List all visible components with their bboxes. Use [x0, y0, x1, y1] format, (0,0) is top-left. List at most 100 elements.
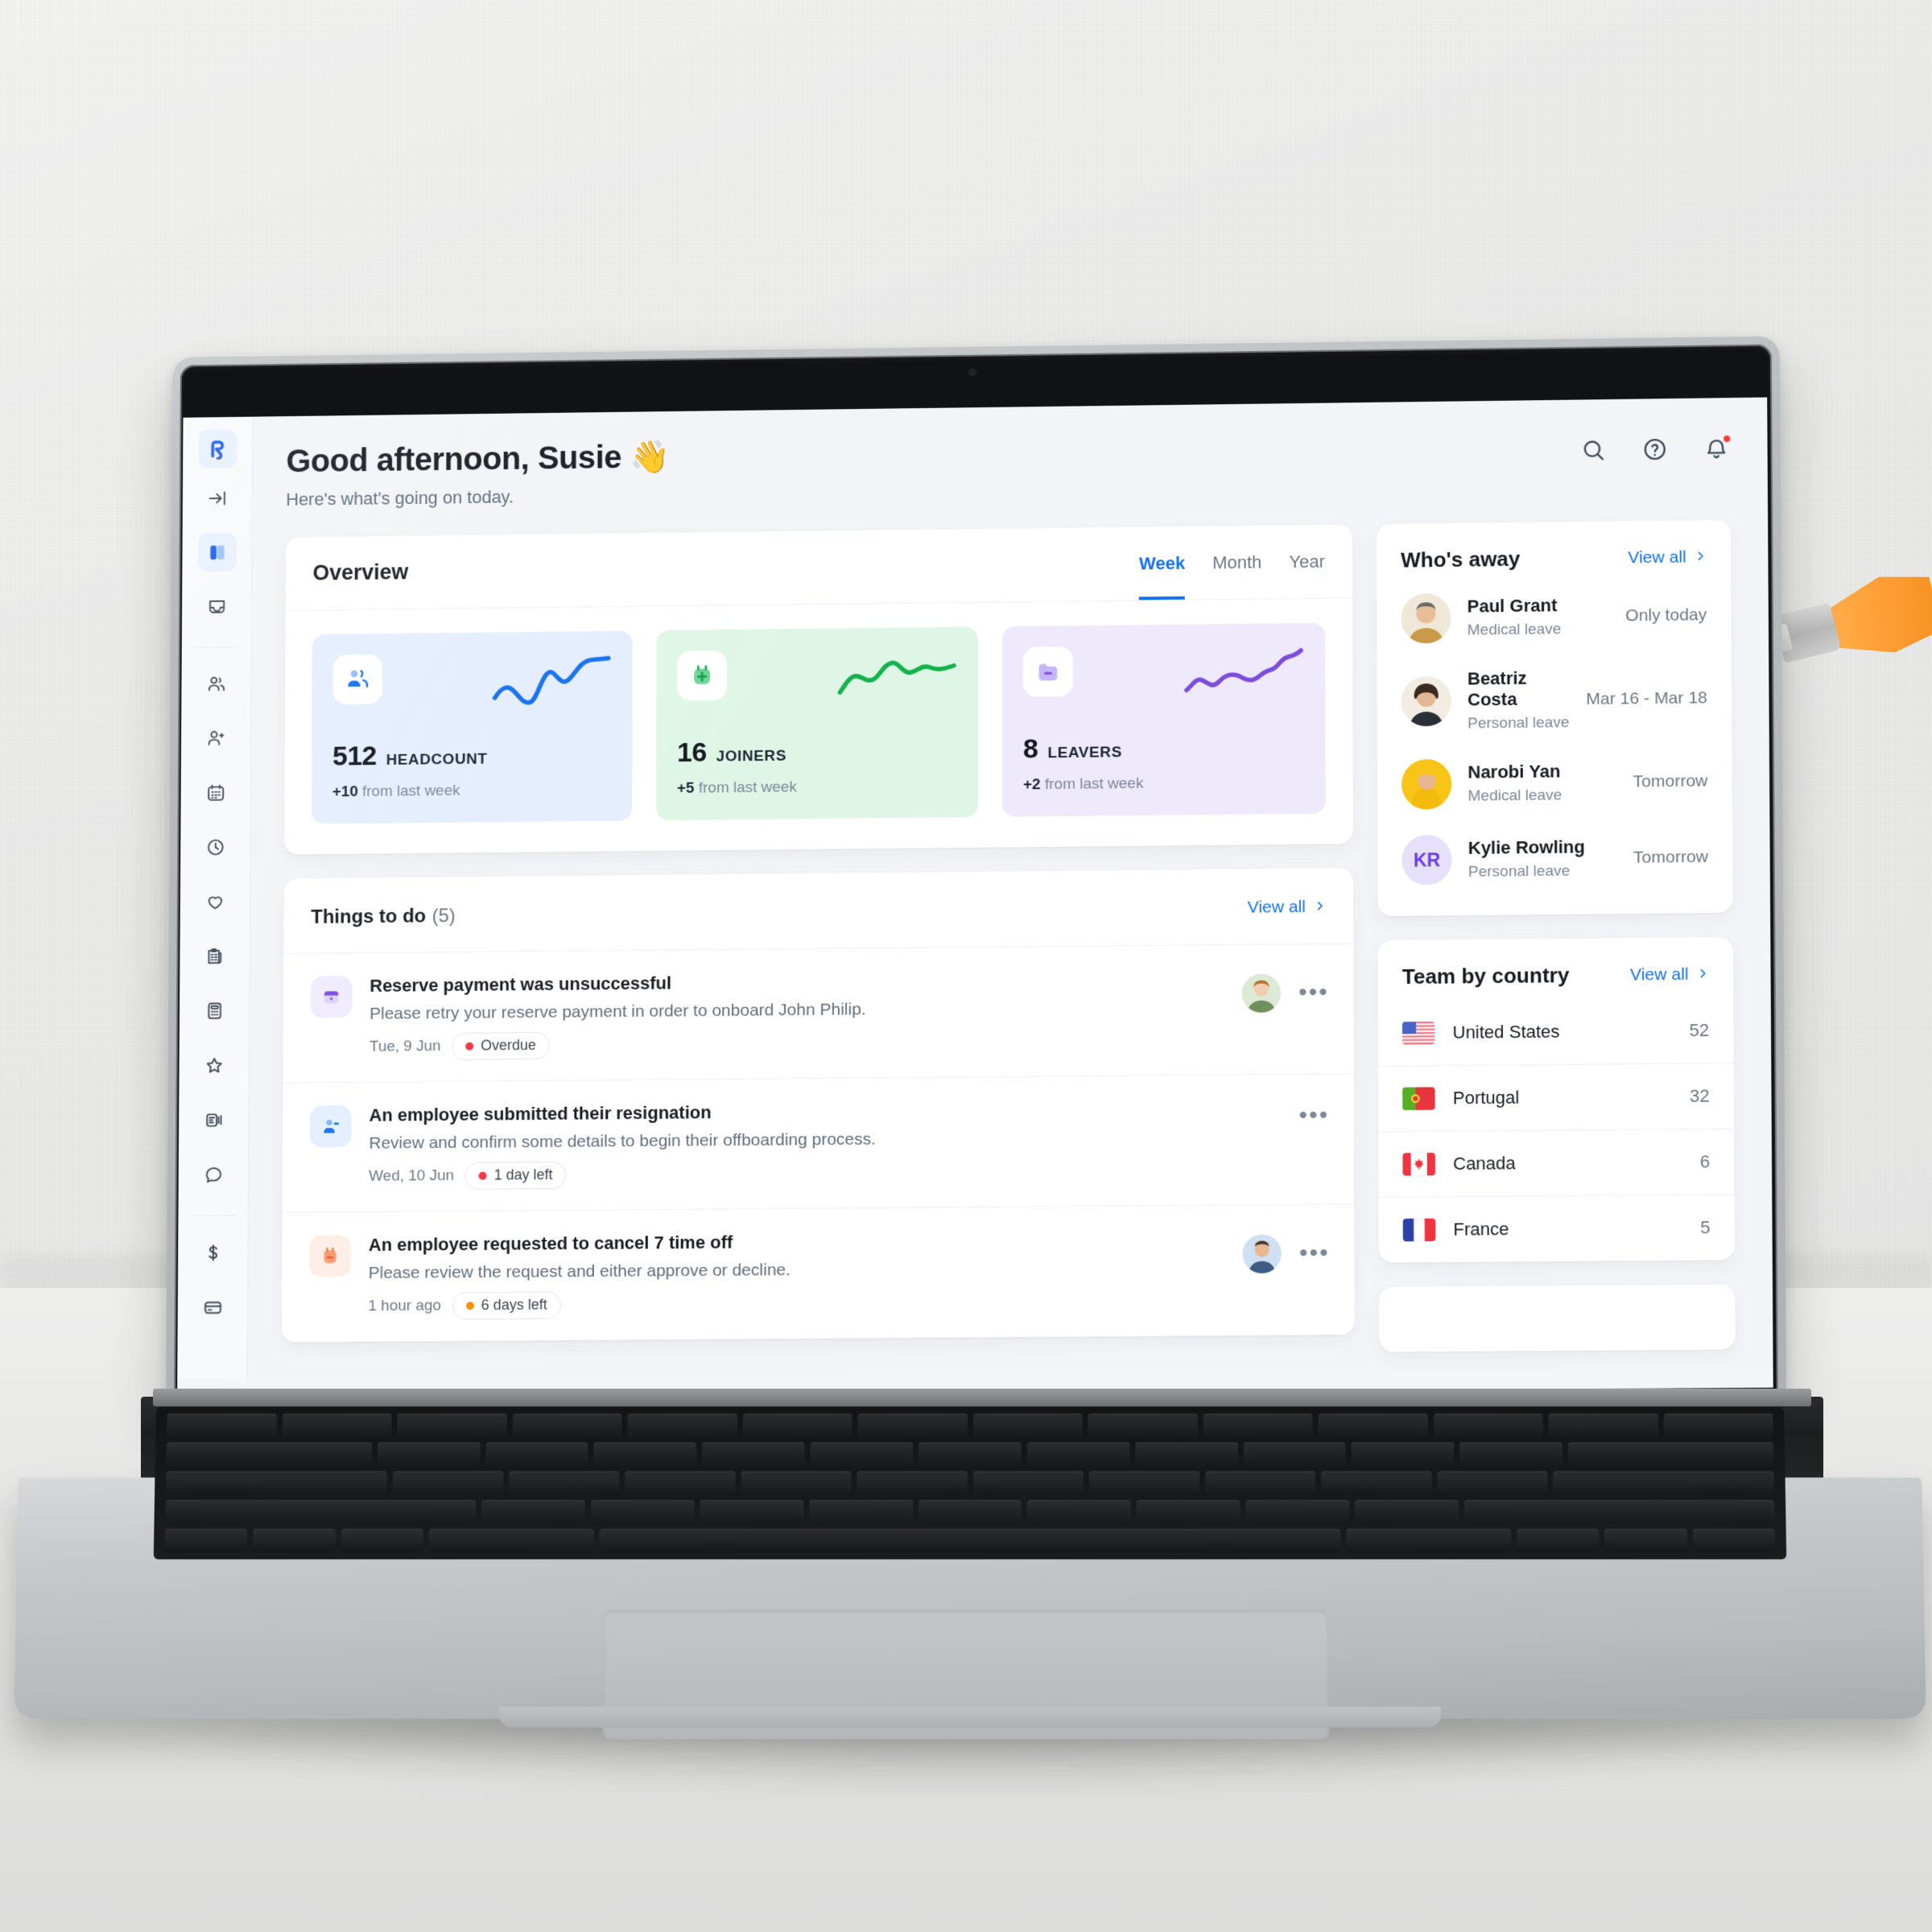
task-menu-button[interactable]: •••: [1298, 979, 1329, 1005]
sidebar-item-time-tracking[interactable]: [196, 828, 234, 866]
stat-card-leavers[interactable]: 8 LEAVERS +2 from last week: [1001, 622, 1326, 817]
person-info: Narobi Yan Medical leave: [1468, 761, 1616, 806]
card-icon: [202, 1297, 223, 1318]
chat-bubble-icon: [203, 1164, 224, 1185]
leave-dates: Tomorrow: [1633, 771, 1708, 791]
things-to-do-view-all-label: View all: [1247, 897, 1306, 917]
notifications-bell-icon[interactable]: [1703, 434, 1732, 462]
sidebar-item-inbox[interactable]: [197, 588, 236, 626]
list-item[interactable]: United States 52: [1377, 997, 1734, 1067]
inbox-icon: [206, 597, 227, 617]
stat-card-headcount[interactable]: 512 HEADCOUNT +10 from last week: [311, 630, 633, 824]
right-column: Who's away View all Paul Grant Medical l…: [1376, 519, 1736, 1352]
sidebar-item-recruiting[interactable]: [196, 719, 235, 758]
tab-year[interactable]: Year: [1289, 551, 1325, 597]
task-body: An employee requested to cancel 7 time o…: [368, 1228, 1224, 1320]
headcount-value: 512: [332, 741, 377, 772]
team-by-country-view-all[interactable]: View all: [1630, 964, 1709, 985]
task-actions: •••: [1298, 1097, 1329, 1129]
status-label: Overdue: [481, 1037, 537, 1054]
page-title: Good afternoon, Susie 👋: [286, 439, 670, 480]
joiners-delta: +5: [676, 779, 695, 797]
table-row[interactable]: An employee requested to cancel 7 time o…: [281, 1204, 1355, 1343]
joiners-sparkline: [836, 650, 957, 708]
task-title: Reserve payment was unsuccessful: [369, 972, 672, 996]
sidebar-item-dashboard[interactable]: [197, 533, 237, 572]
sidebar-item-calendar[interactable]: [196, 774, 235, 812]
list-item[interactable]: Paul Grant Medical leave Only today: [1377, 577, 1732, 657]
greeting-block: Good afternoon, Susie 👋 Here's what's go…: [286, 439, 669, 510]
keyboard[interactable]: [153, 1407, 1787, 1560]
leavers-label: LEAVERS: [1047, 744, 1122, 762]
people-icon: [206, 674, 227, 695]
leavers-sparkline: [1184, 647, 1303, 693]
sidebar-item-reports[interactable]: [194, 1100, 233, 1139]
task-meta: Wed, 10 Jun 1 day left: [369, 1156, 1281, 1191]
tab-month[interactable]: Month: [1212, 551, 1261, 599]
sidebar-item-tasks[interactable]: [196, 937, 234, 976]
person-minus-icon: [309, 1104, 352, 1148]
list-item[interactable]: Beatriz Costa Personal leave Mar 16 - Ma…: [1377, 653, 1732, 747]
list-item[interactable]: KR Kylie Rowling Personal leave Tomorrow: [1377, 819, 1733, 898]
avatar: [1401, 592, 1451, 644]
things-to-do-count: (5): [431, 905, 456, 927]
laptop-device: Good afternoon, Susie 👋 Here's what's go…: [0, 0, 1932, 1932]
avatar: [1401, 675, 1452, 727]
tab-week[interactable]: Week: [1138, 552, 1186, 600]
app-window: Good afternoon, Susie 👋 Here's what's go…: [177, 397, 1773, 1379]
clock-icon: [204, 836, 225, 857]
people-group-icon: [332, 654, 383, 705]
country-count: 32: [1689, 1085, 1710, 1106]
clipboard-icon: [204, 946, 225, 967]
status-dot: [478, 1171, 487, 1180]
sidebar-divider-2: [190, 1215, 236, 1216]
overview-tabs[interactable]: Week Month Year: [1138, 551, 1325, 600]
avatar: [1401, 758, 1452, 810]
joiners-value: 16: [677, 737, 707, 769]
person-name: Paul Grant: [1467, 595, 1558, 617]
sidebar-item-brand-logo[interactable]: [198, 429, 237, 469]
sidebar-item-people[interactable]: [197, 665, 236, 704]
task-description: Review and confirm some details to begin…: [369, 1129, 876, 1153]
list-item[interactable]: Narobi Yan Medical leave Tomorrow: [1377, 743, 1732, 823]
things-to-do-view-all[interactable]: View all: [1248, 897, 1326, 917]
leave-type: Medical leave: [1468, 786, 1563, 805]
whos-away-view-all[interactable]: View all: [1628, 547, 1707, 568]
list-item[interactable]: Portugal 32: [1377, 1063, 1735, 1133]
whos-away-title: Who's away: [1401, 546, 1521, 572]
list-item[interactable]: Canada 6: [1378, 1129, 1735, 1198]
table-row[interactable]: An employee submitted their resignation …: [282, 1074, 1355, 1213]
overview-title: Overview: [312, 559, 409, 585]
task-menu-button[interactable]: •••: [1299, 1240, 1330, 1267]
headcount-label: HEADCOUNT: [386, 750, 488, 769]
laptop-hinge: [153, 1389, 1811, 1406]
things-to-do-header: Things to do (5) View all: [283, 868, 1354, 955]
sidebar-item-benefits[interactable]: [196, 882, 234, 921]
country-count: 52: [1689, 1019, 1710, 1041]
list-item[interactable]: France 5: [1378, 1195, 1735, 1262]
task-menu-button[interactable]: •••: [1298, 1102, 1329, 1129]
sidebar-item-expenses[interactable]: [193, 1233, 232, 1272]
main-content: Good afternoon, Susie 👋 Here's what's go…: [248, 398, 1773, 1379]
sidebar-item-messages[interactable]: [194, 1155, 233, 1194]
person-name: Kylie Rowling: [1468, 836, 1585, 858]
sidebar-item-collapse-nav[interactable]: [198, 479, 237, 518]
dashboard-panel-icon: [207, 542, 228, 563]
avatar-initials: KR: [1413, 848, 1441, 871]
sidebar-item-payroll[interactable]: [195, 992, 233, 1030]
heart-icon: [204, 891, 225, 912]
leave-type: Medical leave: [1467, 621, 1562, 639]
person-info: Paul Grant Medical leave: [1468, 595, 1610, 640]
stat-card-joiners[interactable]: 16 JOINERS +5 from last week: [655, 626, 978, 821]
sidebar-item-cards[interactable]: [193, 1288, 232, 1327]
search-icon[interactable]: [1579, 436, 1607, 464]
table-row[interactable]: Reserve payment was unsuccessful Please …: [283, 943, 1354, 1084]
sidebar-nav[interactable]: [177, 416, 254, 1379]
help-icon[interactable]: [1641, 436, 1669, 463]
country-name: France: [1453, 1218, 1509, 1240]
task-title: An employee requested to cancel 7 time o…: [368, 1232, 733, 1255]
sidebar-item-performance[interactable]: [195, 1046, 233, 1084]
leave-dates: Only today: [1625, 605, 1707, 625]
page-subtitle: Here's what's going on today.: [286, 486, 514, 510]
chevron-right-icon: [1314, 897, 1326, 916]
